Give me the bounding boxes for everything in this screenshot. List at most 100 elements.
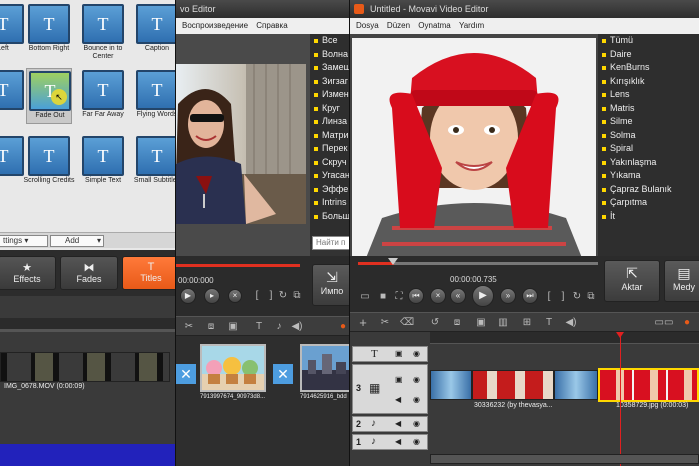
play-icon[interactable]: ▶: [180, 288, 196, 304]
effect-list-item[interactable]: Çapraz Bulanık: [598, 183, 699, 197]
effect-list-item[interactable]: Угасан: [310, 169, 350, 183]
close-icon[interactable]: ×: [430, 288, 446, 304]
mark-out-icon[interactable]: ]: [556, 290, 570, 304]
speaker-icon[interactable]: ◀: [395, 437, 401, 446]
timeline-ruler[interactable]: [430, 332, 699, 344]
camera-icon[interactable]: ▣: [474, 316, 488, 330]
effect-list-item[interactable]: Yakınlaşma: [598, 156, 699, 170]
zoom-out-icon[interactable]: ▭▭: [652, 316, 676, 330]
audio-track-1-header[interactable]: 1 ♪ ◀ ◉: [352, 434, 428, 450]
audio-icon[interactable]: ♪: [272, 320, 286, 334]
effect-list-item[interactable]: Silme: [598, 115, 699, 129]
city-clip[interactable]: [300, 344, 350, 392]
effect-list-item[interactable]: Yıkama: [598, 169, 699, 183]
transition-icon[interactable]: ✕: [273, 364, 293, 384]
title-template-tile[interactable]: T Scrolling Credits: [24, 134, 74, 190]
effect-list-item[interactable]: Матри: [310, 129, 350, 143]
media-button[interactable]: ▤ Medy: [664, 260, 699, 302]
text-icon[interactable]: T: [252, 320, 266, 334]
effect-list-item[interactable]: Замещ: [310, 61, 350, 75]
volume-icon[interactable]: ◀): [564, 316, 578, 330]
effect-list-item[interactable]: Daire: [598, 48, 699, 62]
menu-edit[interactable]: Düzen: [387, 21, 410, 30]
effect-list-item[interactable]: Больш: [310, 210, 350, 224]
camera-icon[interactable]: ▣: [395, 349, 403, 358]
effect-list-item[interactable]: KenBurns: [598, 61, 699, 75]
frame-icon[interactable]: ▥: [496, 316, 510, 330]
transition-icon[interactable]: ✕: [176, 364, 196, 384]
effect-list-item[interactable]: Matris: [598, 102, 699, 116]
effect-list-item[interactable]: Линза: [310, 115, 350, 129]
import-button[interactable]: ⇲ Импо: [312, 264, 350, 306]
mute-icon[interactable]: ◉: [413, 395, 420, 404]
effect-list-item[interactable]: Intrins: [310, 196, 350, 210]
title-template-tile[interactable]: T Caption: [134, 2, 176, 58]
crop-icon[interactable]: ⧉: [290, 289, 304, 303]
effect-list-item[interactable]: Круг: [310, 102, 350, 116]
fades-button[interactable]: ⧓ Fades: [60, 256, 118, 290]
video-clip[interactable]: [0, 352, 170, 382]
add-dropdown[interactable]: Add ▾: [50, 235, 104, 247]
camera-icon[interactable]: ▣: [395, 375, 403, 384]
fast-forward-icon[interactable]: »: [500, 288, 516, 304]
stop-icon[interactable]: ×: [228, 289, 242, 303]
add-icon[interactable]: +: [356, 316, 370, 330]
record-icon[interactable]: ●: [336, 320, 350, 334]
timeline-ruler[interactable]: [0, 318, 176, 330]
title-template-tile[interactable]: T Bottom Right: [26, 2, 72, 58]
forward-icon[interactable]: ▸: [204, 288, 220, 304]
effect-list-item[interactable]: Spiral: [598, 142, 699, 156]
split-icon[interactable]: ⧈: [450, 316, 464, 330]
split-icon[interactable]: ⧈: [204, 320, 218, 334]
effect-list-item[interactable]: Скруч: [310, 156, 350, 170]
effect-list-item[interactable]: Эффе: [310, 183, 350, 197]
mark-in-icon[interactable]: [: [542, 290, 556, 304]
cut-icon[interactable]: ✂: [378, 316, 392, 330]
mark-in-icon[interactable]: [: [250, 289, 264, 303]
menu-playback[interactable]: Воспроизведение: [182, 21, 248, 30]
mute-icon[interactable]: ◉: [413, 419, 420, 428]
rotate-icon[interactable]: ↻: [276, 289, 290, 303]
effect-list-item[interactable]: Все: [310, 34, 350, 48]
menu-help[interactable]: Yardım: [459, 21, 484, 30]
title-template-tile[interactable]: T Simple Text: [80, 134, 126, 190]
menu-file[interactable]: Dosya: [356, 21, 379, 30]
delete-icon[interactable]: ⌫: [400, 316, 414, 330]
speaker-icon[interactable]: ◀: [395, 419, 401, 428]
effect-list-item[interactable]: Зигзаг: [310, 75, 350, 89]
audio-track-2-header[interactable]: 2 ♪ ◀ ◉: [352, 416, 428, 432]
transition-clip[interactable]: [554, 370, 598, 400]
speaker-icon[interactable]: ◀: [395, 395, 401, 404]
eye-icon[interactable]: ◉: [413, 375, 420, 384]
stop-icon[interactable]: ■: [376, 290, 390, 304]
effect-list-item[interactable]: Çarpıtma: [598, 196, 699, 210]
playback-progress[interactable]: [176, 264, 300, 267]
record-icon[interactable]: ●: [680, 316, 694, 330]
eye-icon[interactable]: ◉: [413, 349, 420, 358]
rotate-icon[interactable]: ↻: [570, 290, 584, 304]
rewind-icon[interactable]: «: [450, 288, 466, 304]
video-track-header[interactable]: 3 ▦ ▣ ◉ ◀ ◉: [352, 364, 428, 414]
titles-button[interactable]: T Titles: [122, 256, 176, 290]
cupcakes-clip[interactable]: [200, 344, 266, 392]
playhead-marker-icon[interactable]: [616, 332, 624, 338]
menu-help[interactable]: Справка: [256, 21, 287, 30]
search-input[interactable]: Найти п: [312, 236, 350, 250]
title-template-tile[interactable]: T Small Subtitles: [134, 134, 176, 190]
effect-list-item[interactable]: Перек: [310, 142, 350, 156]
fullscreen-icon[interactable]: ⛶: [392, 290, 406, 304]
play-icon[interactable]: ▶: [472, 285, 494, 307]
selected-image-clip[interactable]: [598, 368, 699, 402]
effect-list-item[interactable]: Волна: [310, 48, 350, 62]
playhead[interactable]: [620, 332, 621, 466]
horizontal-scrollbar[interactable]: [430, 454, 699, 464]
volume-icon[interactable]: ◀): [290, 320, 304, 334]
mute-icon[interactable]: ◉: [413, 437, 420, 446]
zoom-icon[interactable]: ⊞: [520, 316, 534, 330]
transition-clip[interactable]: [430, 370, 472, 400]
title-template-tile[interactable]: T Far Far Away: [80, 68, 126, 124]
title-template-tile[interactable]: T Bounce in to Center: [80, 2, 126, 60]
effect-list-item[interactable]: Измен: [310, 88, 350, 102]
prev-icon[interactable]: ⏮: [408, 288, 424, 304]
rotate-icon[interactable]: ↺: [428, 316, 442, 330]
